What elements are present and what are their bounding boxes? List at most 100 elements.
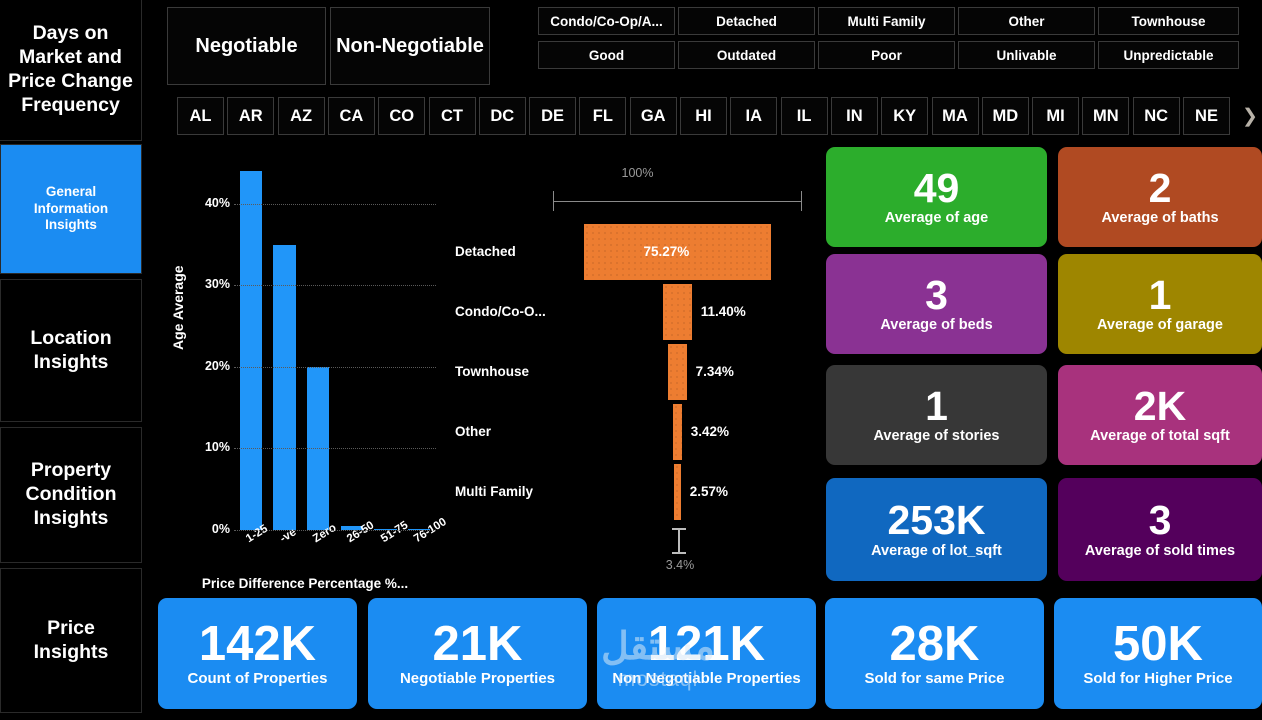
filter-condition-outdated[interactable]: Outdated [678, 41, 815, 69]
filter-condition-unlivable[interactable]: Unlivable [958, 41, 1095, 69]
bar-chart-bar[interactable] [239, 171, 262, 530]
kpi-value: 3 [925, 271, 948, 318]
filter-state-co[interactable]: CO [378, 97, 426, 135]
filter-state-hi[interactable]: HI [680, 97, 727, 135]
funnel-category-label: Multi Family [455, 484, 534, 499]
filter-state-label: CO [389, 106, 415, 125]
bar-chart-gridline [234, 530, 436, 531]
filter-state-az[interactable]: AZ [277, 97, 325, 135]
filter-negotiable[interactable]: Negotiable [167, 7, 326, 85]
age-average-by-price-difference-bar-chart[interactable]: Age Average 0% 10% 20% 30% 40% 1-25 -ve Zero 26… [160, 145, 450, 595]
funnel-bar[interactable] [668, 344, 687, 400]
filter-state-ky[interactable]: KY [881, 97, 929, 135]
funnel-value-label: 2.57% [689, 484, 728, 499]
filter-property-type-label: Multi Family [847, 13, 926, 29]
sidebar-item-location-insights[interactable]: Location Insights [0, 279, 142, 422]
kpi-card-sold-for-higher-price[interactable]: 50K Sold for Higher Price [1054, 598, 1262, 709]
kpi-card-average-of-total-sqft[interactable]: 2K Average of total sqft [1058, 365, 1262, 465]
filter-property-type-other[interactable]: Other [958, 7, 1095, 35]
kpi-card-average-of-stories[interactable]: 1 Average of stories [826, 365, 1047, 465]
filter-state-ct[interactable]: CT [428, 97, 476, 135]
kpi-card-non-negotiable-properties[interactable]: 121K Non Negotiable Properties [597, 598, 816, 709]
filter-state-ga[interactable]: GA [629, 97, 677, 135]
sidebar-item-property-condition-insights[interactable]: Property Condition Insights [0, 427, 142, 563]
funnel-marker-line [678, 528, 680, 554]
kpi-value: 50K [1113, 617, 1203, 672]
sidebar-item-general-information-insights[interactable]: General Information Insights [0, 144, 142, 274]
kpi-card-average-of-baths[interactable]: 2 Average of baths [1058, 147, 1262, 247]
kpi-card-average-of-garage[interactable]: 1 Average of garage [1058, 254, 1262, 354]
filter-state-fl[interactable]: FL [579, 97, 627, 135]
sidebar-item-label: Property Condition Insights [25, 459, 117, 529]
sidebar-item-label: General Information Insights [33, 184, 109, 233]
filter-condition-good[interactable]: Good [538, 41, 675, 69]
bar-chart-gridline [234, 366, 436, 368]
filter-state-al[interactable]: AL [177, 97, 224, 135]
filter-non-negotiable[interactable]: Non-Negotiable [330, 7, 490, 85]
funnel-value-label: 11.40% [700, 304, 746, 319]
filter-state-ca[interactable]: CA [327, 97, 375, 135]
kpi-card-count-of-properties[interactable]: 142K Count of Properties [158, 598, 357, 709]
kpi-label: Count of Properties [187, 669, 328, 687]
filter-state-il[interactable]: IL [780, 97, 828, 135]
filter-property-type-townhouse[interactable]: Townhouse [1098, 7, 1239, 35]
filter-condition-label: Poor [871, 47, 902, 63]
bar-chart-y-axis-title: Age Average [170, 265, 186, 350]
kpi-value: 1 [1148, 271, 1172, 318]
filter-state-ma[interactable]: MA [931, 97, 979, 135]
bar-chart-gridline [234, 203, 436, 205]
filter-state-in[interactable]: IN [830, 97, 878, 135]
kpi-value: 2K [1133, 382, 1187, 429]
kpi-card-average-of-age[interactable]: 49 Average of age [826, 147, 1047, 247]
filter-condition-label: Unlivable [996, 47, 1057, 63]
filter-property-type-condo-co-op-a[interactable]: Condo/Co-Op/A... [538, 7, 675, 35]
funnel-bar[interactable] [663, 284, 692, 340]
filter-state-ia[interactable]: IA [730, 97, 778, 135]
filter-state-mi[interactable]: MI [1032, 97, 1080, 135]
funnel-bar[interactable] [674, 464, 681, 520]
filter-state-ne[interactable]: NE [1183, 97, 1230, 135]
kpi-card-negotiable-properties[interactable]: 21K Negotiable Properties [368, 598, 587, 709]
bar-chart-bar[interactable] [273, 244, 296, 530]
kpi-card-average-of-sold-times[interactable]: 3 Average of sold times [1058, 478, 1262, 581]
property-type-funnel-chart[interactable]: 100% Detached 75.27% Condo/Co-O... 11.40% To… [450, 150, 825, 590]
funnel-bottom-label: 3.4% [665, 558, 695, 572]
chevron-right-icon[interactable]: ❯ [1240, 97, 1260, 135]
funnel-bottom-marker-icon [672, 528, 686, 554]
bar-chart-y-tick: 40% [204, 195, 230, 210]
filter-state-label: IL [796, 106, 812, 125]
kpi-value: 3 [1148, 497, 1172, 544]
kpi-card-average-of-lot-sqft[interactable]: 253K Average of lot_sqft [826, 478, 1047, 581]
kpi-value: 21K [432, 617, 523, 672]
filter-state-nc[interactable]: NC [1132, 97, 1180, 135]
funnel-axis [553, 191, 802, 211]
filter-state-ar[interactable]: AR [227, 97, 275, 135]
kpi-label: Average of beds [880, 317, 993, 334]
page-title: Days on Market and Price Change Frequenc… [0, 0, 142, 141]
funnel-marker-cap-bottom [672, 552, 686, 554]
funnel-row: Other 3.42% [450, 402, 825, 462]
filter-property-type-multi-family[interactable]: Multi Family [818, 7, 955, 35]
filter-state-dc[interactable]: DC [478, 97, 526, 135]
kpi-card-sold-for-same-price[interactable]: 28K Sold for same Price [825, 598, 1044, 709]
filter-condition-poor[interactable]: Poor [818, 41, 955, 69]
filter-state-label: IN [846, 106, 863, 125]
kpi-card-average-of-beds[interactable]: 3 Average of beds [826, 254, 1047, 354]
filter-state-de[interactable]: DE [529, 97, 577, 135]
filter-state-label: MD [992, 106, 1019, 125]
filter-condition-unpredictable[interactable]: Unpredictable [1098, 41, 1239, 69]
filter-state-md[interactable]: MD [981, 97, 1029, 135]
kpi-label: Average of sold times [1084, 542, 1236, 559]
kpi-label: Negotiable Properties [399, 669, 556, 687]
bar-chart-y-tick: 20% [204, 358, 230, 373]
filter-state-label: MA [942, 106, 968, 125]
sidebar-item-label: Price Insights [33, 616, 109, 663]
sidebar-item-price-insights[interactable]: Price Insights [0, 568, 142, 713]
filter-state-label: MN [1093, 106, 1119, 125]
filter-state-label: AZ [290, 106, 313, 125]
filter-state-mn[interactable]: MN [1082, 97, 1130, 135]
funnel-bar[interactable] [673, 404, 682, 460]
filter-property-type-label: Other [1008, 13, 1045, 29]
filter-property-type-detached[interactable]: Detached [678, 7, 815, 35]
bar-chart-y-tick: 0% [211, 522, 230, 536]
